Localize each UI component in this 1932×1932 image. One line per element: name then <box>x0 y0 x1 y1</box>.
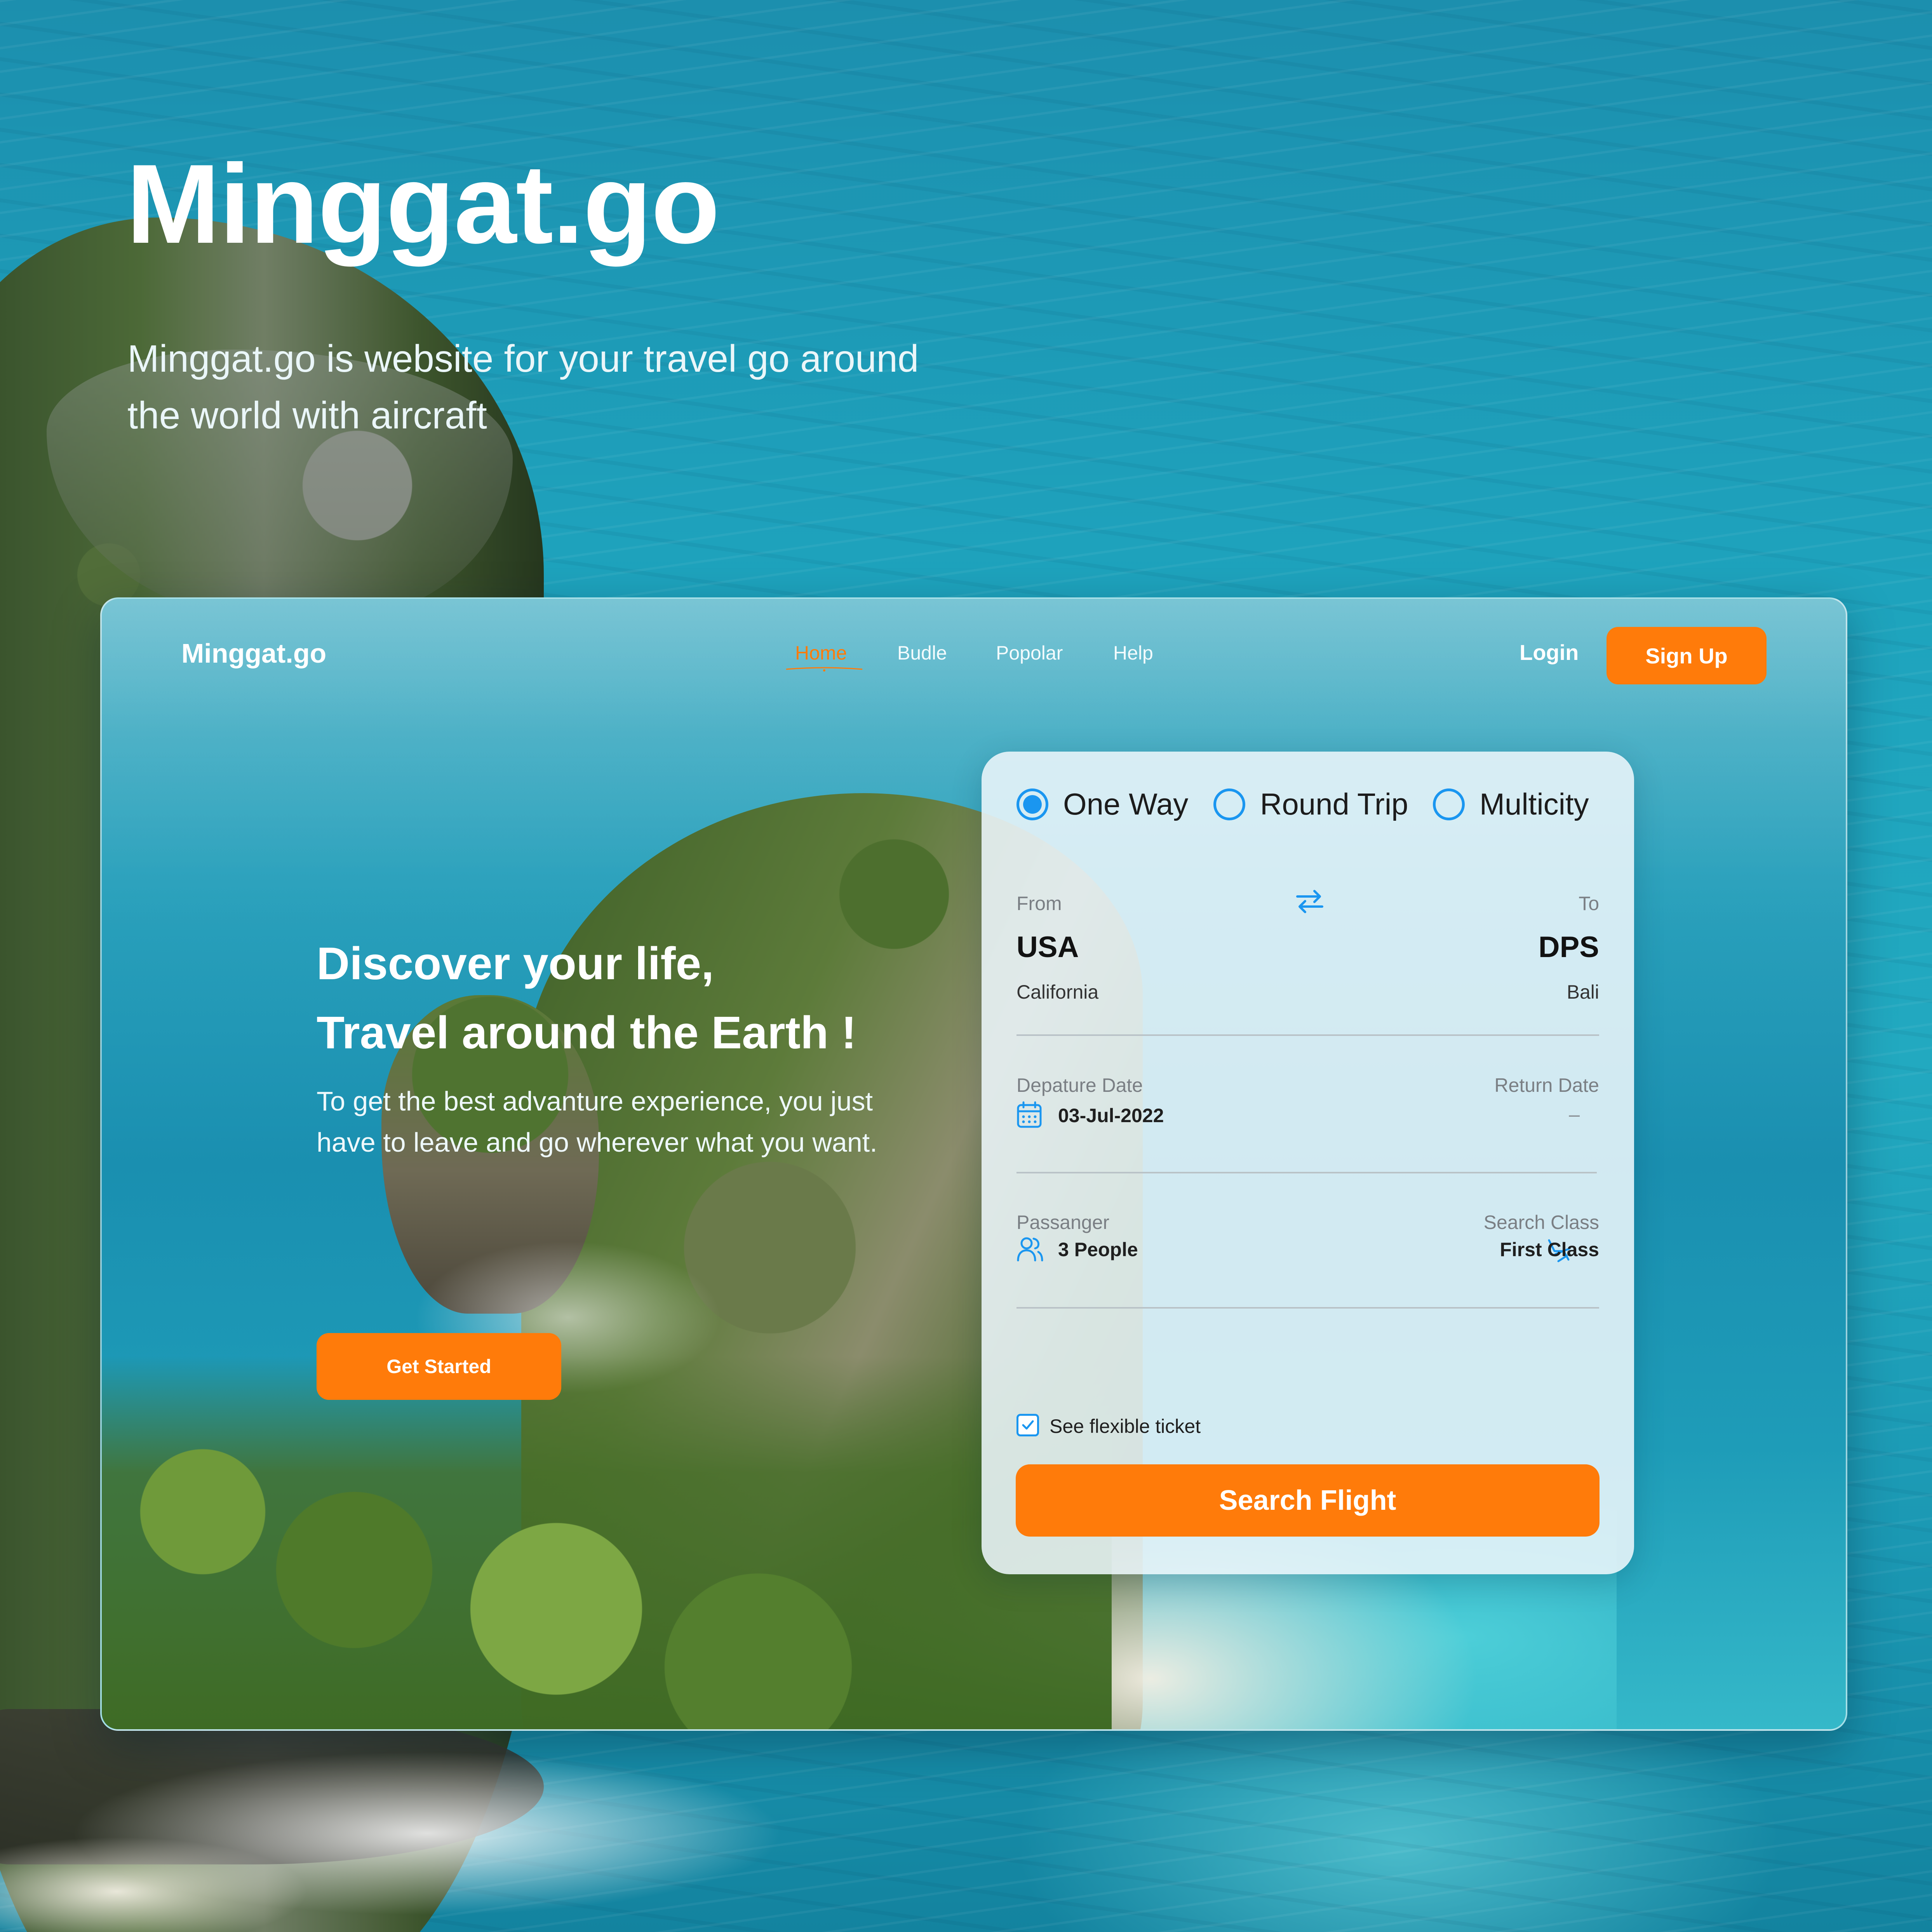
return-date-value[interactable]: – <box>1569 1103 1580 1126</box>
trip-round-trip[interactable]: Round Trip <box>1213 787 1408 822</box>
active-underline-icon <box>786 667 863 672</box>
checkmark-icon <box>1022 1420 1034 1430</box>
mockup-foliage <box>102 1356 1112 1729</box>
from-label: From <box>1016 893 1062 914</box>
nav-link-home[interactable]: Home <box>795 642 847 664</box>
radio-icon[interactable] <box>1213 788 1245 820</box>
to-code[interactable]: DPS <box>1539 930 1599 964</box>
passenger-label: Passanger <box>1016 1211 1110 1233</box>
class-label: Search Class <box>1483 1211 1599 1233</box>
trip-multicity[interactable]: Multicity <box>1433 787 1589 822</box>
flexible-label[interactable]: See flexible ticket <box>1050 1415 1201 1438</box>
people-icon <box>1017 1237 1043 1262</box>
hero-title-line2: Travel around the Earth ! <box>317 1007 857 1058</box>
brand-description: Minggat.go is website for your travel go… <box>127 337 919 437</box>
radio-checked-icon[interactable] <box>1016 788 1048 820</box>
swap-icon[interactable] <box>1294 886 1325 917</box>
calendar-icon <box>1017 1101 1042 1128</box>
brand-title: Minggat.go <box>126 141 720 267</box>
signup-button[interactable]: Sign Up <box>1607 627 1767 684</box>
to-label: To <box>1579 893 1599 914</box>
trip-round-trip-label: Round Trip <box>1260 787 1408 821</box>
to-city: Bali <box>1566 981 1599 1003</box>
nav-link-popolar[interactable]: Popolar <box>996 642 1063 664</box>
return-label: Return Date <box>1494 1074 1599 1096</box>
trip-multicity-label: Multicity <box>1479 787 1589 821</box>
nav-link-budle[interactable]: Budle <box>897 642 947 664</box>
class-value[interactable]: First Class <box>1500 1238 1599 1261</box>
departure-label: Depature Date <box>1016 1074 1143 1096</box>
website-mockup: Minggat.go Home Budle Popolar Help Login… <box>100 597 1847 1731</box>
nav-logo[interactable]: Minggat.go <box>181 638 326 669</box>
booking-card: One Way Round Trip Multicity From To USA… <box>982 752 1634 1574</box>
login-button[interactable]: Login <box>1519 640 1579 665</box>
passenger-value[interactable]: 3 People <box>1058 1238 1138 1261</box>
hero-title-line1: Discover your life, <box>317 938 714 989</box>
radio-icon[interactable] <box>1433 788 1465 820</box>
divider <box>1016 1172 1597 1173</box>
background-surf <box>0 1717 1010 1932</box>
from-code[interactable]: USA <box>1016 930 1079 964</box>
hero-description: To get the best advanture experience, yo… <box>317 1086 877 1157</box>
get-started-button[interactable]: Get Started <box>317 1333 561 1400</box>
trip-one-way[interactable]: One Way <box>1016 787 1188 822</box>
departure-date-value[interactable]: 03-Jul-2022 <box>1058 1104 1164 1127</box>
divider <box>1016 1307 1599 1309</box>
hero-title: Discover your life, Travel around the Ea… <box>317 929 1055 1067</box>
flexible-checkbox[interactable] <box>1016 1414 1039 1436</box>
trip-one-way-label: One Way <box>1063 787 1189 821</box>
from-city: California <box>1016 981 1099 1003</box>
nav-link-help[interactable]: Help <box>1113 642 1153 664</box>
divider <box>1016 1034 1599 1036</box>
search-flight-button[interactable]: Search Flight <box>1016 1464 1600 1537</box>
